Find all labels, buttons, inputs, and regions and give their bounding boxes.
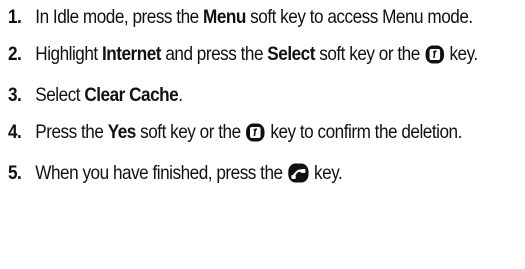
step-number: 3. <box>8 84 22 106</box>
menu-key-label: Menu <box>203 6 246 28</box>
step-text: When you have finished, press the <box>35 162 287 184</box>
step-number: 1. <box>8 6 22 28</box>
step-3: 3. Select Clear Cache. <box>8 82 525 108</box>
step-4: 4. Press the Yes soft key or the key to … <box>8 119 525 149</box>
ok-key-icon <box>246 123 265 149</box>
step-text: . <box>178 84 183 106</box>
step-text: and press the <box>161 43 268 65</box>
step-text: key. <box>309 162 343 184</box>
step-number: 5. <box>8 162 22 184</box>
ok-key-icon <box>425 45 444 71</box>
step-text: Highlight <box>35 43 102 65</box>
step-number: 2. <box>8 43 22 65</box>
step-text: soft key or the <box>135 121 245 143</box>
step-text: Press the <box>35 121 108 143</box>
end-key-icon <box>288 163 309 190</box>
step-5: 5. When you have finished, press the key… <box>8 160 525 190</box>
step-number: 4. <box>8 121 22 143</box>
step-text: soft key to access Menu mode. <box>245 6 473 28</box>
instruction-steps: 1. In Idle mode, press the Menu soft key… <box>8 4 518 201</box>
step-2: 2. Highlight Internet and press the Sele… <box>8 41 525 71</box>
internet-label: Internet <box>101 43 162 65</box>
step-text: In Idle mode, press the <box>35 6 204 28</box>
step-text: soft key or the <box>314 43 425 65</box>
step-text: key. <box>445 43 478 65</box>
select-key-label: Select <box>267 43 315 65</box>
yes-key-label: Yes <box>107 121 137 143</box>
step-1: 1. In Idle mode, press the Menu soft key… <box>8 4 525 30</box>
step-text: key to confirm the deletion. <box>266 121 462 143</box>
step-text: Select <box>35 84 85 106</box>
clear-cache-label: Clear Cache <box>84 84 179 106</box>
